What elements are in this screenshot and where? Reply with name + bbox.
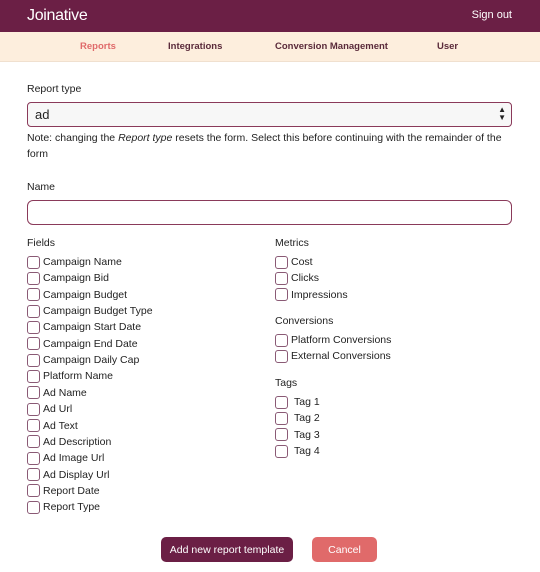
fields-label: Fields xyxy=(27,237,56,249)
checkbox-label: Impressions xyxy=(291,288,348,301)
checkbox[interactable] xyxy=(275,428,288,442)
checkbox-label: Tag 3 xyxy=(294,428,320,441)
checkbox-label: Campaign Budget xyxy=(43,288,128,301)
checkbox-label: Ad Text xyxy=(43,419,78,432)
checkbox-label: Tag 2 xyxy=(294,412,320,425)
checkbox[interactable] xyxy=(27,435,40,449)
checkbox-label: Campaign Daily Cap xyxy=(43,354,140,367)
main-nav: Reports Integrations Conversion Manageme… xyxy=(0,32,540,62)
checkbox[interactable] xyxy=(275,395,288,409)
metrics-label: Metrics xyxy=(275,237,309,249)
fields-checkbox-item[interactable]: Campaign End Date xyxy=(27,337,138,351)
checkbox[interactable] xyxy=(27,451,40,465)
top-bar: Joinative Sign out xyxy=(0,0,540,32)
tags-checkbox-item[interactable]: Tag 2 xyxy=(275,411,320,425)
checkbox[interactable] xyxy=(275,411,288,425)
tags-label: Tags xyxy=(275,377,298,389)
fields-checkbox-item[interactable]: Ad Image Url xyxy=(27,451,104,465)
fields-checkbox-item[interactable]: Report Date xyxy=(27,484,100,498)
report-type-note: Note: changing the Report type resets th… xyxy=(27,132,502,160)
sign-out-link[interactable]: Sign out xyxy=(472,9,512,21)
checkbox-label: Campaign Bid xyxy=(43,272,109,285)
checkbox-label: Clicks xyxy=(291,272,319,285)
checkbox[interactable] xyxy=(27,304,40,318)
fields-checkbox-item[interactable]: Campaign Daily Cap xyxy=(27,353,139,367)
checkbox[interactable] xyxy=(275,271,288,285)
fields-checkbox-item[interactable]: Campaign Start Date xyxy=(27,320,141,334)
tags-checkbox-item[interactable]: Tag 3 xyxy=(275,428,320,442)
fields-checkbox-item[interactable]: Campaign Budget Type xyxy=(27,304,153,318)
checkbox[interactable] xyxy=(27,353,40,367)
checkbox[interactable] xyxy=(27,320,40,334)
report-type-select[interactable]: ad ▲ ▼ xyxy=(27,102,512,127)
checkbox[interactable] xyxy=(275,444,288,458)
checkbox-label: Campaign End Date xyxy=(43,337,138,350)
checkbox[interactable] xyxy=(275,288,288,302)
checkbox-label: Report Date xyxy=(43,484,100,497)
checkbox[interactable] xyxy=(27,386,40,400)
checkbox-label: Report Type xyxy=(43,501,101,514)
checkbox[interactable] xyxy=(27,288,40,302)
cancel-button[interactable]: Cancel xyxy=(312,537,377,562)
fields-checkbox-item[interactable]: Ad Url xyxy=(27,402,72,416)
report-type-label: Report type xyxy=(27,83,82,95)
checkbox[interactable] xyxy=(27,468,40,482)
fields-checkbox-item[interactable]: Campaign Bid xyxy=(27,271,109,285)
checkbox[interactable] xyxy=(27,369,40,383)
checkbox-label: Ad Url xyxy=(43,403,73,416)
checkbox[interactable] xyxy=(27,337,40,351)
logo[interactable]: Joinative xyxy=(27,7,88,25)
fields-checkbox-item[interactable]: Ad Display Url xyxy=(27,468,110,482)
checkbox-label: External Conversions xyxy=(291,350,391,363)
metrics-checkbox-item[interactable]: Cost xyxy=(275,255,313,269)
metrics-checkbox-item[interactable]: Clicks xyxy=(275,271,319,285)
select-arrows-icon: ▲ ▼ xyxy=(498,105,506,122)
tags-checkbox-item[interactable]: Tag 1 xyxy=(275,395,320,409)
checkbox-label: Platform Conversions xyxy=(291,334,392,346)
nav-user[interactable]: User xyxy=(437,41,458,52)
checkbox[interactable] xyxy=(27,484,40,498)
checkbox[interactable] xyxy=(27,500,40,514)
conversions-checkbox-item[interactable]: Platform Conversions xyxy=(275,333,391,347)
checkbox-label: Cost xyxy=(291,256,313,268)
nav-integrations[interactable]: Integrations xyxy=(168,41,222,52)
add-report-template-button[interactable]: Add new report template xyxy=(161,537,293,562)
checkbox-label: Campaign Name xyxy=(43,256,122,268)
checkbox[interactable] xyxy=(27,402,40,416)
checkbox-label: Platform Name xyxy=(43,370,114,383)
nav-conversion-management[interactable]: Conversion Management xyxy=(275,41,388,52)
metrics-checkbox-item[interactable]: Impressions xyxy=(275,288,348,302)
name-label: Name xyxy=(27,181,56,193)
conversions-checkbox-item[interactable]: External Conversions xyxy=(275,349,391,363)
checkbox[interactable] xyxy=(27,419,40,432)
checkbox[interactable] xyxy=(27,271,40,285)
checkbox-label: Campaign Start Date xyxy=(43,321,142,334)
report-type-value: ad xyxy=(35,107,50,122)
checkbox-label: Ad Description xyxy=(43,435,112,448)
checkbox[interactable] xyxy=(275,349,288,363)
name-input[interactable] xyxy=(27,200,512,225)
fields-checkbox-item[interactable]: Ad Description xyxy=(27,435,111,449)
checkbox[interactable] xyxy=(275,333,288,347)
checkbox-label: Ad Image Url xyxy=(43,452,105,465)
nav-reports[interactable]: Reports xyxy=(80,41,116,52)
fields-checkbox-item[interactable]: Ad Name xyxy=(27,386,87,400)
checkbox[interactable] xyxy=(275,255,288,269)
checkbox-label: Ad Name xyxy=(43,386,87,399)
fields-checkbox-item[interactable]: Ad Text xyxy=(27,419,78,433)
fields-checkbox-item[interactable]: Campaign Budget xyxy=(27,288,127,302)
checkbox-label: Tag 1 xyxy=(294,396,320,408)
conversions-label: Conversions xyxy=(275,315,334,327)
fields-checkbox-item[interactable]: Report Type xyxy=(27,500,100,514)
fields-checkbox-item[interactable]: Campaign Name xyxy=(27,255,122,269)
tags-checkbox-item[interactable]: Tag 4 xyxy=(275,444,320,458)
checkbox[interactable] xyxy=(27,255,40,269)
fields-checkbox-item[interactable]: Platform Name xyxy=(27,369,113,383)
checkbox-label: Campaign Budget Type xyxy=(43,305,153,318)
checkbox-label: Tag 4 xyxy=(294,445,320,458)
checkbox-label: Ad Display Url xyxy=(43,468,110,481)
